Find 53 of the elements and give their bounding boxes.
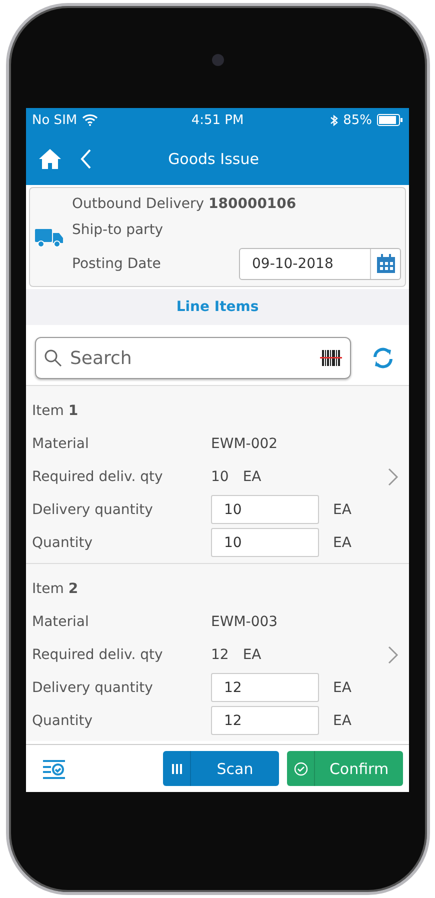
field-label: Delivery quantity [32, 502, 154, 518]
field-label: Required deliv. qty [32, 468, 164, 484]
field-label: Quantity [32, 534, 94, 550]
back-icon[interactable] [80, 148, 92, 168]
search-field[interactable]: Search [35, 337, 351, 379]
search-icon [44, 349, 62, 367]
wifi-icon [82, 114, 98, 126]
quantity-field[interactable]: 12 [211, 706, 319, 735]
unit-label: EA [333, 502, 352, 518]
unit-label: EA [242, 468, 262, 484]
checklist-icon[interactable] [42, 758, 66, 780]
refresh-icon[interactable] [371, 347, 395, 369]
search-placeholder: Search [70, 348, 133, 368]
page-title: Goods Issue [167, 150, 260, 168]
quantity-field[interactable]: 12 [211, 673, 319, 702]
date-field[interactable]: 09-10-2018 [239, 248, 401, 280]
field-label: Quantity [32, 712, 94, 728]
unit-label: EA [333, 712, 352, 728]
field-value: EWM-002 [211, 436, 278, 452]
unit-label: EA [242, 646, 262, 662]
battery-icon [377, 114, 404, 126]
truck-icon [34, 227, 64, 249]
check-circle-icon [294, 762, 308, 776]
unit-label: EA [333, 680, 352, 696]
barcode-scanner-icon[interactable] [320, 348, 342, 368]
ship-to-party-label: Ship-to party [72, 222, 164, 238]
item-title: Item 2 [32, 580, 80, 596]
calendar-icon[interactable] [376, 254, 396, 274]
field-label: Delivery quantity [32, 680, 154, 696]
posting-date-label: Posting Date [72, 256, 161, 272]
field-value: 10 [211, 468, 229, 484]
field-value: 12 [211, 646, 229, 662]
field-value: EWM-003 [211, 614, 278, 630]
scan-button[interactable]: Scan [163, 751, 279, 786]
chevron-right-icon[interactable] [387, 644, 399, 664]
quantity-field[interactable]: 10 [211, 495, 319, 524]
unit-label: EA [333, 534, 352, 550]
clock-time: 4:51 PM [191, 112, 244, 128]
carrier-label: No SIM [32, 112, 78, 128]
home-icon[interactable] [38, 148, 62, 170]
camera-icon [212, 54, 224, 66]
field-label: Required deliv. qty [32, 646, 164, 662]
line-item-card[interactable]: Item 2 Material EWM-003 Required deliv. qty 12 EA Delivery quantity 12 EA Quantity 12 EA [26, 563, 409, 741]
item-title: Item 1 [32, 402, 80, 418]
outbound-delivery-text: Outbound Delivery 180000106 [72, 196, 298, 212]
quantity-field[interactable]: 10 [211, 528, 319, 557]
field-label: Material [32, 436, 90, 452]
bluetooth-icon [330, 114, 338, 126]
field-label: Material [32, 614, 90, 630]
battery-percent: 85% [343, 112, 372, 128]
line-items-heading: Line Items [26, 289, 409, 325]
line-item-card[interactable]: Item 1 Material EWM-002 Required deliv. qty 10 EA Delivery quantity 10 EA Quantity 10 EA [26, 385, 409, 563]
chevron-right-icon[interactable] [387, 466, 399, 486]
